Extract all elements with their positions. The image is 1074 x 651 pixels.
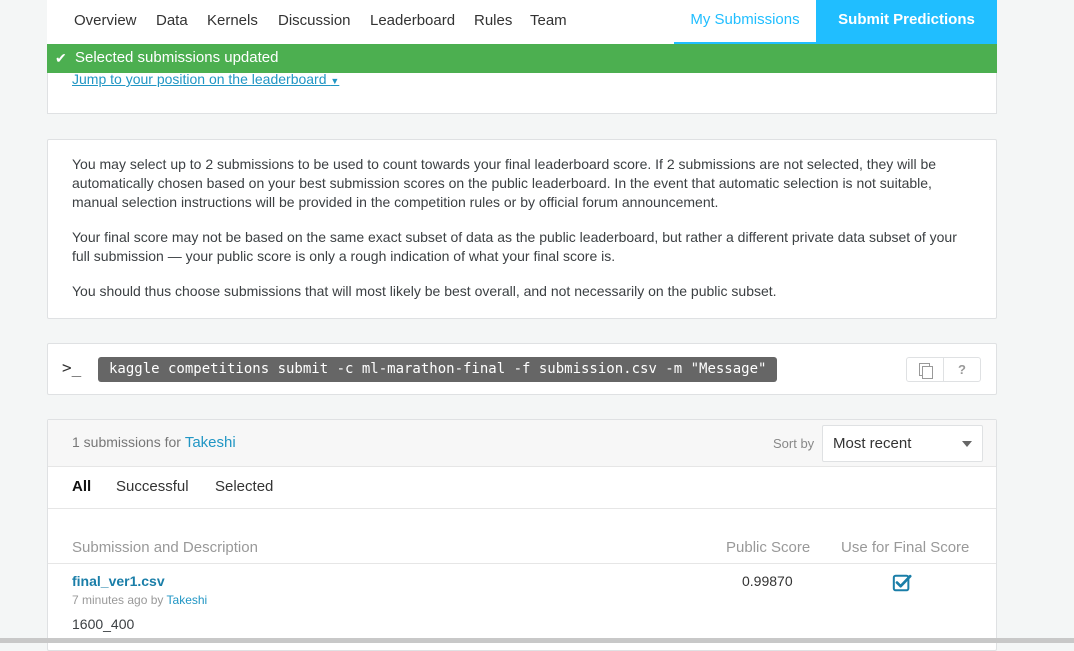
success-toast: ✔ Selected submissions updated: [47, 44, 997, 73]
toast-message: Selected submissions updated: [75, 49, 279, 66]
final-score-checkbox[interactable]: [892, 573, 912, 593]
sort-label: Sort by: [773, 436, 815, 451]
tab-kernels[interactable]: Kernels: [207, 12, 258, 29]
leaderboard-position-card: Jump to your position on the leaderboard…: [47, 71, 997, 114]
public-score: 0.99870: [742, 573, 793, 589]
chevron-down-icon: [962, 441, 972, 447]
sort-value: Most recent: [833, 435, 912, 452]
terminal-prompt-icon: >_: [62, 358, 82, 377]
submission-info-card: You may select up to 2 submissions to be…: [47, 139, 997, 319]
tab-leaderboard[interactable]: Leaderboard: [370, 12, 455, 29]
submitter-link[interactable]: Takeshi: [167, 593, 208, 607]
competition-nav: Overview Data Kernels Discussion Leaderb…: [47, 0, 997, 44]
filter-tab-selected[interactable]: Selected: [215, 478, 273, 495]
submission-description: 1600_400: [72, 616, 135, 632]
help-button[interactable]: ?: [944, 358, 980, 381]
tab-overview[interactable]: Overview: [74, 12, 137, 29]
cli-command-card: >_ kaggle competitions submit -c ml-mara…: [47, 343, 997, 395]
user-link[interactable]: Takeshi: [185, 434, 236, 451]
window-bottom-edge: [0, 638, 1074, 643]
submissions-card: 1 submissions for Takeshi Sort by Most r…: [47, 419, 997, 651]
info-paragraph: Your final score may not be based on the…: [72, 229, 957, 264]
submissions-header: 1 submissions for Takeshi Sort by Most r…: [48, 420, 996, 467]
caret-down-icon: ▼: [330, 76, 340, 86]
tab-data[interactable]: Data: [156, 12, 188, 29]
tab-my-submissions[interactable]: My Submissions: [674, 0, 816, 44]
filter-tab-successful[interactable]: Successful: [116, 478, 189, 495]
column-header-use-final: Use for Final Score: [841, 539, 970, 556]
tab-team[interactable]: Team: [530, 12, 567, 29]
submission-filename[interactable]: final_ver1.csv: [72, 573, 165, 589]
column-header-submission: Submission and Description: [72, 539, 258, 556]
cli-command[interactable]: kaggle competitions submit -c ml-maratho…: [98, 357, 778, 382]
info-paragraph: You may select up to 2 submissions to be…: [72, 156, 937, 210]
sort-select[interactable]: Most recent: [822, 425, 983, 462]
column-header-public-score: Public Score: [726, 539, 811, 556]
submission-meta: 7 minutes ago by Takeshi: [72, 593, 208, 607]
tab-discussion[interactable]: Discussion: [278, 12, 351, 29]
copy-button[interactable]: [907, 358, 944, 381]
check-icon: ✔: [55, 50, 67, 66]
submit-predictions-button[interactable]: Submit Predictions: [816, 0, 997, 44]
jump-to-position-link[interactable]: Jump to your position on the leaderboard…: [72, 71, 339, 87]
cli-actions: ?: [906, 357, 981, 382]
tab-rules[interactable]: Rules: [474, 12, 512, 29]
filter-tab-all[interactable]: All: [72, 478, 91, 495]
submission-count: 1 submissions for Takeshi: [72, 434, 236, 451]
info-paragraph: You should thus choose submissions that …: [72, 283, 777, 299]
